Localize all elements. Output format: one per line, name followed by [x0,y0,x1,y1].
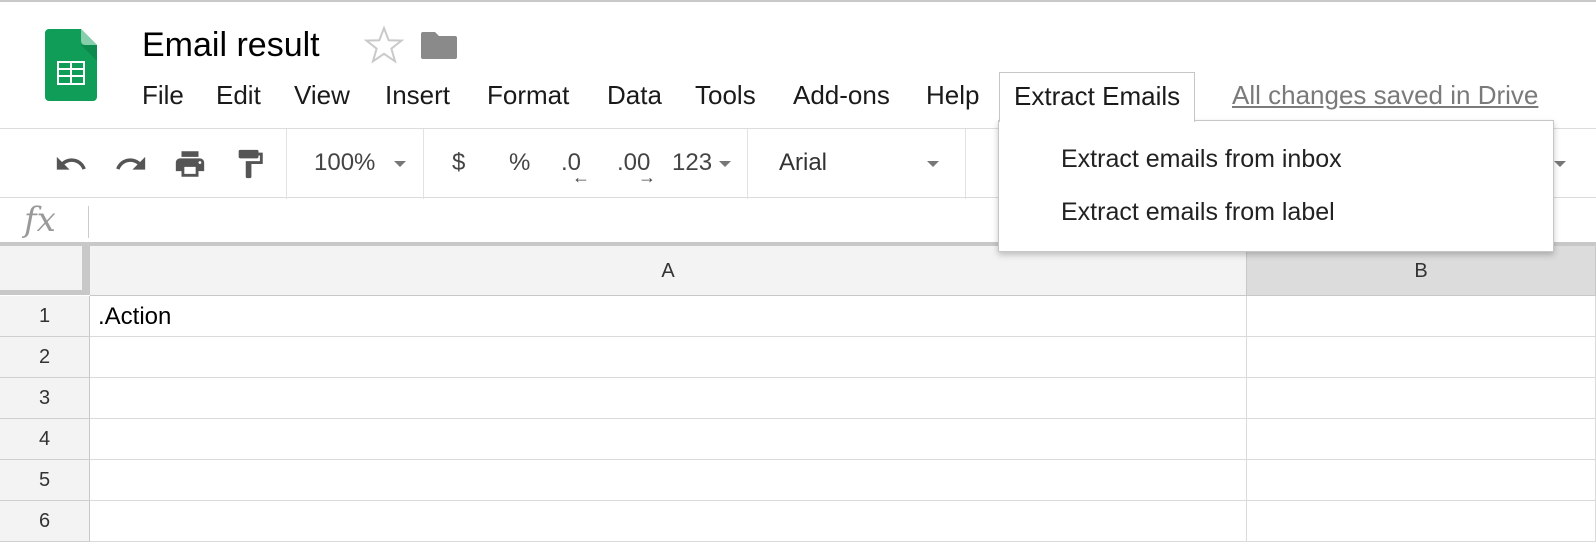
menu-extract-emails[interactable]: Extract Emails [999,72,1196,122]
menu-add-ons[interactable]: Add-ons [793,72,890,120]
formula-divider [88,206,89,238]
currency-format-button[interactable]: $ [452,129,465,197]
row-header-3[interactable]: 3 [0,378,90,419]
toolbar-divider [286,129,287,199]
font-family-select[interactable]: Arial [779,129,827,197]
save-status-link[interactable]: All changes saved in Drive [1232,72,1538,120]
row-header-4[interactable]: 4 [0,419,90,460]
fx-label: fx [24,200,56,240]
cell-a6[interactable] [90,501,1247,542]
paint-format-icon[interactable] [233,147,267,181]
cell-b3[interactable] [1247,378,1596,419]
cell-b1[interactable] [1247,296,1596,337]
star-icon[interactable] [363,25,405,65]
menu-file[interactable]: File [142,72,184,120]
row-header-1[interactable]: 1 [0,296,90,337]
menu-data[interactable]: Data [607,72,662,120]
more-formats-button[interactable]: 123 [672,129,712,197]
extract-emails-dropdown: Extract emails from inbox Extract emails… [998,120,1554,252]
menu-format[interactable]: Format [487,72,569,120]
folder-icon[interactable] [421,30,457,60]
select-all-corner[interactable] [0,246,90,295]
menu-tools[interactable]: Tools [695,72,756,120]
row-header-6[interactable]: 6 [0,501,90,542]
menu-help[interactable]: Help [926,72,979,120]
cell-a1[interactable]: .Action [90,296,1247,337]
column-header-a[interactable]: A [90,246,1247,296]
row-header-5[interactable]: 5 [0,460,90,501]
row-header-2[interactable]: 2 [0,337,90,378]
percent-format-button[interactable]: % [509,129,530,197]
more-formats-caret-icon [719,161,731,167]
spreadsheet-grid: A B 1 2 3 4 5 6 .Action [0,246,1596,554]
print-icon[interactable] [173,147,207,181]
undo-icon[interactable] [54,147,88,181]
document-title[interactable]: Email result [142,24,320,66]
cell-a4[interactable] [90,419,1247,460]
toolbar-divider [423,129,424,199]
cell-b6[interactable] [1247,501,1596,542]
cell-b5[interactable] [1247,460,1596,501]
menu-view[interactable]: View [294,72,350,120]
arrow-left-icon: ← [572,167,590,187]
zoom-select[interactable]: 100% [314,129,375,197]
cell-a5[interactable] [90,460,1247,501]
font-caret-icon [927,161,939,167]
window-top-border [0,0,1596,2]
toolbar-divider [747,129,748,199]
zoom-caret-icon [394,161,406,167]
column-header-b[interactable]: B [1247,246,1596,296]
extract-from-label-item[interactable]: Extract emails from label [1061,198,1335,227]
menu-bar: File Edit View Insert Format Data Tools … [0,72,1596,122]
cell-b4[interactable] [1247,419,1596,460]
redo-icon[interactable] [114,147,148,181]
menu-insert[interactable]: Insert [385,72,450,120]
arrow-right-icon: → [638,167,656,187]
extract-from-inbox-item[interactable]: Extract emails from inbox [1061,145,1342,174]
menu-edit[interactable]: Edit [216,72,261,120]
cell-a2[interactable] [90,337,1247,378]
cell-b2[interactable] [1247,337,1596,378]
more-toolbar-caret-icon[interactable] [1554,161,1566,167]
cell-a3[interactable] [90,378,1247,419]
toolbar-divider [965,129,966,199]
